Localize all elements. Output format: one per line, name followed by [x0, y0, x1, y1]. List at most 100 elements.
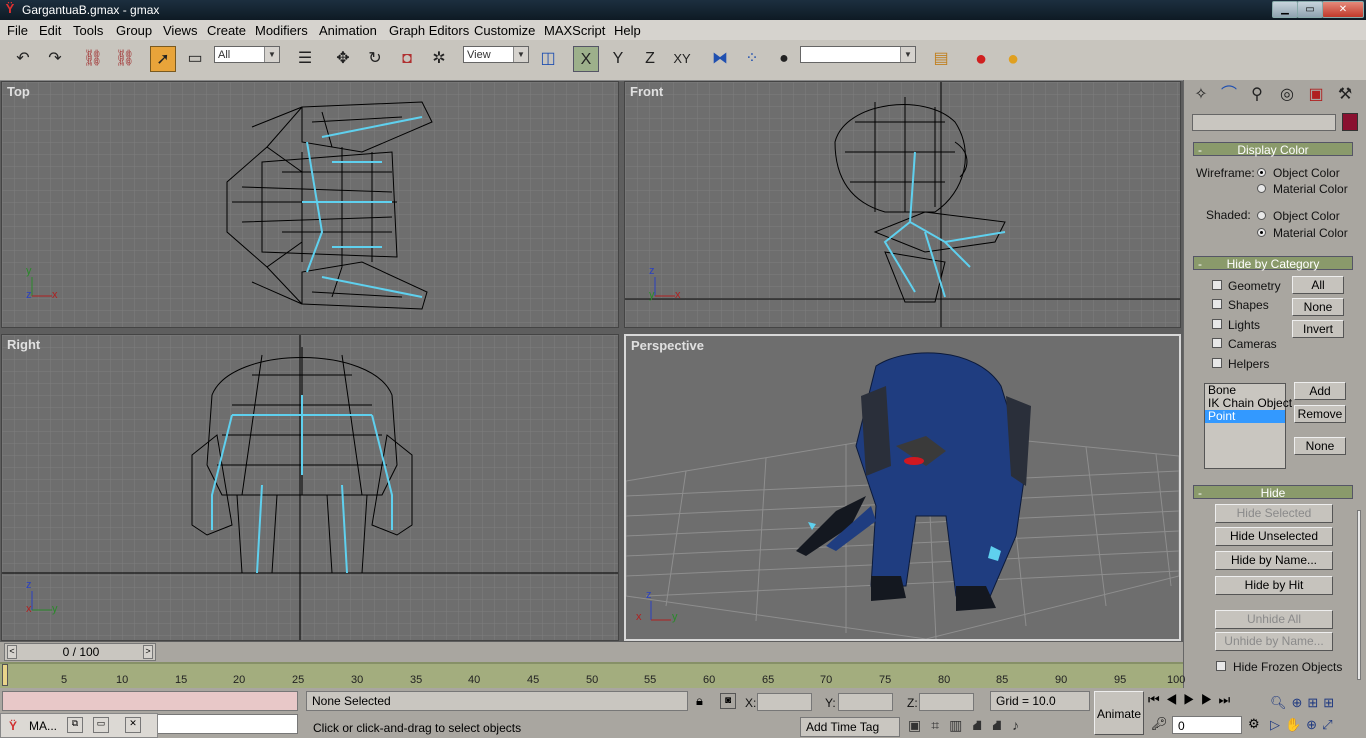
object-color-swatch[interactable] [1342, 113, 1358, 131]
create-tab-icon[interactable]: ✧ [1188, 82, 1214, 108]
menu-maxscript[interactable]: MAXScript [544, 23, 605, 38]
shaded-material-color-radio[interactable] [1257, 228, 1266, 237]
shaded-object-color-radio[interactable] [1257, 211, 1266, 220]
track-bar[interactable]: 5 10 15 20 25 30 35 40 45 50 55 60 65 70… [0, 662, 1185, 688]
menu-group[interactable]: Group [116, 23, 152, 38]
restore-icon[interactable]: ⧉ [67, 717, 83, 733]
taskbar-button[interactable]: Ÿ MA... ⧉ ▭ ✕ [0, 713, 158, 738]
pivot-center-icon[interactable]: ◫ [535, 46, 561, 72]
hierarchy-tab-icon[interactable]: ⚲ [1244, 82, 1270, 108]
absolute-mode-icon[interactable]: ◙ [720, 693, 736, 709]
menu-modifiers[interactable]: Modifiers [255, 23, 308, 38]
hide-frozen-checkbox[interactable] [1216, 661, 1226, 671]
hide-selected-button[interactable]: Hide Selected [1215, 504, 1333, 523]
playback-controls[interactable]: ⏮◀▶▶⏭ [1148, 692, 1266, 710]
time-config-icon[interactable]: ⚙ [1248, 716, 1260, 732]
list-item-selected[interactable]: Point [1205, 410, 1285, 423]
category-list[interactable]: Bone IK Chain Object Point [1204, 383, 1292, 469]
close-icon[interactable]: ✕ [125, 717, 141, 733]
maxscript-listener-mini[interactable] [2, 691, 298, 711]
viewport-perspective[interactable]: Perspective x y z [624, 334, 1181, 641]
current-frame-field[interactable]: 0 [1172, 716, 1242, 734]
close-button[interactable]: ✕ [1322, 1, 1364, 18]
animate-button[interactable]: Animate [1094, 691, 1144, 735]
wireframe-object-color-radio[interactable] [1257, 168, 1266, 177]
object-name-field[interactable] [1192, 114, 1336, 131]
move-icon[interactable]: ✥ [330, 46, 356, 72]
align-icon[interactable]: ● [771, 46, 797, 72]
viewport-controls[interactable]: 🔍︎⊕⊞⊞ ▷✋⊕⤢ [1270, 692, 1364, 736]
lock-icon[interactable]: 🔒︎ [696, 693, 703, 709]
viewport-right[interactable]: Right z x y [1, 334, 619, 641]
maximize-icon[interactable]: ▭ [93, 717, 109, 733]
menu-graph-editors[interactable]: Graph Editors [389, 23, 469, 38]
mirror-icon[interactable]: ⧓ [707, 46, 733, 72]
array-icon[interactable]: ⁘ [739, 46, 765, 72]
unhide-by-name-button[interactable]: Unhide by Name... [1215, 632, 1333, 651]
cameras-checkbox[interactable] [1212, 338, 1222, 348]
hide-by-hit-button[interactable]: Hide by Hit [1215, 576, 1333, 595]
chevron-right-icon[interactable]: > [143, 645, 153, 659]
viewport-label-front[interactable]: Front [630, 84, 663, 99]
hide-unselected-button[interactable]: Hide Unselected [1215, 527, 1333, 546]
key-icon[interactable]: 🔑︎ [1151, 716, 1168, 732]
hide-by-category-rollout-header[interactable]: - Hide by Category [1193, 256, 1353, 271]
selection-filter-dropdown[interactable]: All ▼ [214, 46, 280, 63]
viewport-navigation-icons[interactable]: ▣⌗▥⛘⛘♪ [908, 717, 1088, 737]
menu-create[interactable]: Create [207, 23, 246, 38]
command-panel-scrollbar[interactable] [1357, 510, 1361, 680]
add-time-tag-button[interactable]: Add Time Tag [800, 717, 900, 737]
unlink-icon[interactable]: ⛓ [112, 46, 138, 72]
menu-file[interactable]: File [7, 23, 28, 38]
reference-coordinate-dropdown[interactable]: View ▼ [463, 46, 529, 63]
region-select-icon[interactable]: ▭ [182, 46, 208, 72]
hide-by-name-button[interactable]: Hide by Name... [1215, 551, 1333, 570]
remove-button[interactable]: Remove [1294, 405, 1346, 423]
wireframe-material-color-radio[interactable] [1257, 184, 1266, 193]
render-icon[interactable]: ● [1000, 46, 1026, 72]
geometry-checkbox[interactable] [1212, 280, 1222, 290]
select-object-icon[interactable]: ➚ [150, 46, 176, 72]
restrict-xy-button[interactable]: XY [669, 46, 695, 72]
viewport-label-perspective[interactable]: Perspective [631, 338, 704, 353]
menu-tools[interactable]: Tools [73, 23, 103, 38]
scale-icon[interactable]: ◘ [394, 46, 420, 72]
category-invert-button[interactable]: Invert [1292, 320, 1344, 338]
utilities-tab-icon[interactable]: ⚒ [1332, 82, 1358, 108]
z-coord-field[interactable] [919, 693, 974, 711]
menu-views[interactable]: Views [163, 23, 197, 38]
shapes-checkbox[interactable] [1212, 299, 1222, 309]
maximize-button[interactable]: ▭ [1297, 1, 1323, 18]
layers-icon[interactable]: ▤ [928, 46, 954, 72]
modify-tab-icon[interactable]: ⌒ [1216, 82, 1242, 108]
viewport-top[interactable]: Top y z x [1, 81, 619, 328]
category-all-button[interactable]: All [1292, 276, 1344, 294]
select-by-name-icon[interactable]: ☰ [292, 46, 318, 72]
helpers-checkbox[interactable] [1212, 358, 1222, 368]
unhide-all-button[interactable]: Unhide All [1215, 610, 1333, 629]
list-none-button[interactable]: None [1294, 437, 1346, 455]
category-none-button[interactable]: None [1292, 298, 1344, 316]
restrict-y-button[interactable]: Y [605, 46, 631, 72]
menu-customize[interactable]: Customize [474, 23, 535, 38]
restrict-z-button[interactable]: Z [637, 46, 663, 72]
chevron-left-icon[interactable]: < [7, 645, 17, 659]
menu-animation[interactable]: Animation [319, 23, 377, 38]
time-slider[interactable]: < 0 / 100 > [4, 643, 156, 661]
manipulate-icon[interactable]: ✲ [426, 46, 452, 72]
frame-marker[interactable] [2, 664, 8, 686]
x-coord-field[interactable] [757, 693, 812, 711]
add-button[interactable]: Add [1294, 382, 1346, 400]
motion-tab-icon[interactable]: ◎ [1274, 82, 1300, 108]
display-tab-icon[interactable]: ▣ [1303, 82, 1329, 108]
hide-rollout-header[interactable]: - Hide [1193, 485, 1353, 500]
named-selection-dropdown[interactable]: ▼ [800, 46, 916, 63]
display-color-rollout-header[interactable]: - Display Color [1193, 142, 1353, 157]
viewport-label-right[interactable]: Right [7, 337, 40, 352]
restrict-x-button[interactable]: X [573, 46, 599, 72]
material-editor-icon[interactable]: ● [968, 46, 994, 72]
lights-checkbox[interactable] [1212, 319, 1222, 329]
y-coord-field[interactable] [838, 693, 893, 711]
undo-icon[interactable]: ↶ [10, 46, 36, 72]
viewport-front[interactable]: Front z y x [624, 81, 1181, 328]
